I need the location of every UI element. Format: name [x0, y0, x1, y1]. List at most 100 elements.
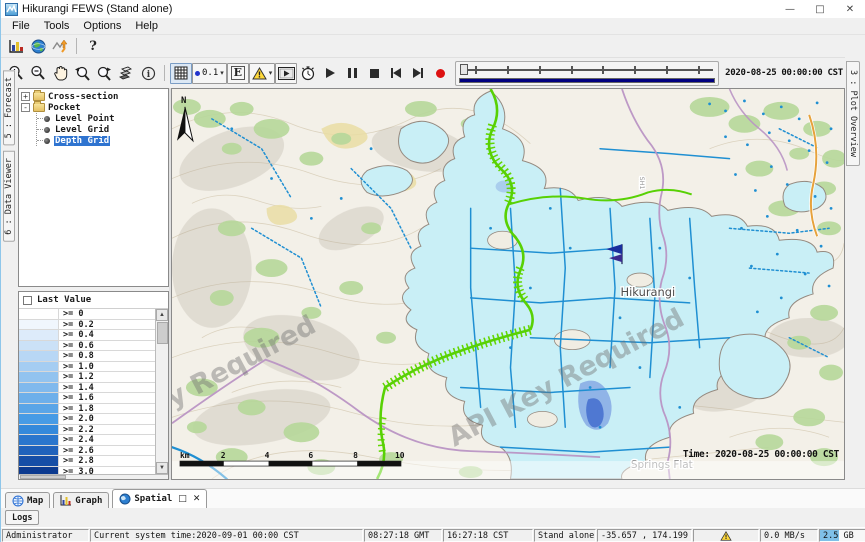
tree-node-label[interactable]: Cross-section	[48, 92, 118, 102]
minimize-button[interactable]: —	[775, 0, 805, 18]
hscrollbar-thumb[interactable]	[20, 475, 66, 479]
threshold-dropdown[interactable]: 0.1 ▾	[192, 63, 227, 84]
threshold-value: 0.1	[202, 68, 218, 78]
tab-forecast[interactable]: 5 : Forecast	[3, 70, 15, 145]
stop-icon[interactable]	[363, 63, 385, 83]
tab-data-viewer[interactable]: 6 : Data Viewer	[3, 151, 15, 242]
status-network: 0.0 MB/s	[760, 529, 818, 542]
close-button[interactable]: ✕	[835, 0, 865, 18]
grid-display-icon[interactable]	[170, 63, 192, 84]
menu-file[interactable]: File	[5, 20, 37, 32]
pause-icon[interactable]	[341, 63, 363, 83]
tab-spatial[interactable]: Spatial □ ✕	[112, 489, 207, 508]
last-value-checkbox[interactable]	[23, 296, 32, 305]
time-slider-tick	[507, 66, 509, 74]
map-panel[interactable]: Hikurangi Springs Flat SH1 API Key Requi…	[171, 88, 845, 480]
zoom-next-icon[interactable]	[93, 63, 115, 83]
legend-scrollbar[interactable]: ▲ ▼	[155, 309, 168, 474]
menu-help[interactable]: Help	[128, 20, 165, 32]
title-bar[interactable]: Hikurangi FEWS (Stand alone) — □ ✕	[1, 0, 865, 18]
scrollbar-thumb[interactable]	[157, 322, 168, 344]
svg-text:2: 2	[221, 451, 226, 460]
maximize-button[interactable]: □	[805, 0, 835, 18]
pan-icon[interactable]	[49, 63, 71, 83]
legend-color-swatch	[19, 456, 59, 466]
legend-row[interactable]: >= 1.6	[19, 393, 155, 404]
status-warning[interactable]: !	[693, 529, 759, 542]
legend-row[interactable]: >= 2.4	[19, 435, 155, 446]
legend-row[interactable]: >= 0.4	[19, 330, 155, 341]
legend-row[interactable]: >= 0.8	[19, 351, 155, 362]
report-icon[interactable]	[5, 36, 27, 56]
legend-row[interactable]: >= 1.8	[19, 404, 155, 415]
legend-row[interactable]: >= 2.8	[19, 456, 155, 467]
globe-icon	[119, 493, 131, 505]
expand-icon[interactable]: +	[21, 92, 30, 101]
tree-node-cross-section[interactable]: + Cross-section	[21, 91, 168, 102]
tree-node-depth-grid[interactable]: Depth Grid	[37, 135, 168, 146]
menu-options[interactable]: Options	[76, 20, 128, 32]
zoom-out-icon[interactable]	[27, 63, 49, 83]
status-mode: Stand alone	[534, 529, 596, 542]
legend-row[interactable]: >= 3.0	[19, 467, 155, 475]
scroll-down-icon[interactable]: ▼	[156, 462, 168, 474]
town-label: Hikurangi	[621, 285, 676, 299]
legend-color-swatch	[19, 414, 59, 424]
tree-node-level-point[interactable]: Level Point	[37, 113, 168, 124]
bullet-icon	[44, 127, 50, 133]
svg-text:!: !	[725, 534, 728, 541]
scroll-up-icon[interactable]: ▲	[156, 309, 168, 321]
longitudinal-profile-icon[interactable]: E	[227, 63, 249, 84]
legend-row[interactable]: >= 2.2	[19, 425, 155, 436]
tree-node-pocket[interactable]: - Pocket	[21, 102, 168, 113]
warning-dropdown[interactable]: ! ▾	[249, 63, 276, 84]
logs-button[interactable]: Logs	[5, 510, 39, 525]
tab-graph[interactable]: Graph	[53, 492, 109, 508]
menu-tools[interactable]: Tools	[37, 20, 77, 32]
legend-row[interactable]: >= 1.0	[19, 362, 155, 373]
tree-node-level-grid[interactable]: Level Grid	[37, 124, 168, 135]
layers-icon[interactable]	[115, 63, 137, 83]
legend-hscrollbar[interactable]	[19, 474, 168, 479]
time-slider-track[interactable]	[459, 64, 715, 75]
legend-row-label: >= 2.4	[59, 435, 94, 445]
toolbar-separator	[76, 38, 77, 54]
tab-map[interactable]: Map	[5, 492, 50, 508]
tab-plot-overview[interactable]: 3 : Plot Overview	[846, 61, 860, 166]
legend-row-label: >= 1.8	[59, 404, 94, 414]
timer-icon[interactable]	[297, 63, 319, 83]
legend-row[interactable]: >= 0.6	[19, 341, 155, 352]
legend-row[interactable]: >= 2.6	[19, 446, 155, 457]
step-back-icon[interactable]	[385, 63, 407, 83]
play-icon[interactable]	[319, 63, 341, 83]
tree-node-label[interactable]: Pocket	[48, 103, 81, 113]
layer-tree[interactable]: + Cross-section - Pocket Level Point	[18, 88, 169, 287]
selected-tree-node-label[interactable]: Depth Grid	[54, 136, 110, 146]
animation-icon[interactable]	[275, 63, 297, 84]
step-forward-icon[interactable]	[407, 63, 429, 83]
time-slider-handle[interactable]	[460, 64, 468, 75]
globe-icon[interactable]	[27, 36, 49, 56]
status-memory[interactable]: 2.5 GB	[819, 529, 865, 542]
zoom-previous-icon[interactable]	[71, 63, 93, 83]
map-canvas[interactable]: Hikurangi Springs Flat SH1 API Key Requi…	[172, 89, 844, 479]
time-slider-tick	[698, 66, 700, 74]
toolbar-separator	[164, 65, 165, 81]
legend-row[interactable]: >= 2.0	[19, 414, 155, 425]
time-slider[interactable]	[455, 61, 719, 86]
help-icon[interactable]: ?	[82, 36, 104, 56]
legend-color-swatch	[19, 446, 59, 456]
legend-row[interactable]: >= 1.4	[19, 383, 155, 394]
status-local-time: 16:27:18 CST	[443, 529, 533, 542]
record-icon[interactable]	[429, 63, 451, 83]
current-map-datetime: 2020-08-25 00:00:00 CST	[725, 68, 843, 78]
legend-row[interactable]: >= 0.2	[19, 320, 155, 331]
grid-editor-icon[interactable]	[49, 36, 71, 56]
legend-color-swatch	[19, 425, 59, 435]
collapse-icon[interactable]: -	[21, 103, 30, 112]
legend-row[interactable]: >= 1.2	[19, 372, 155, 383]
restore-pane-icon[interactable]: □	[178, 494, 187, 504]
info-icon[interactable]: i	[137, 63, 159, 83]
legend-row[interactable]: >= 0	[19, 309, 155, 320]
close-pane-icon[interactable]: ✕	[193, 494, 201, 504]
